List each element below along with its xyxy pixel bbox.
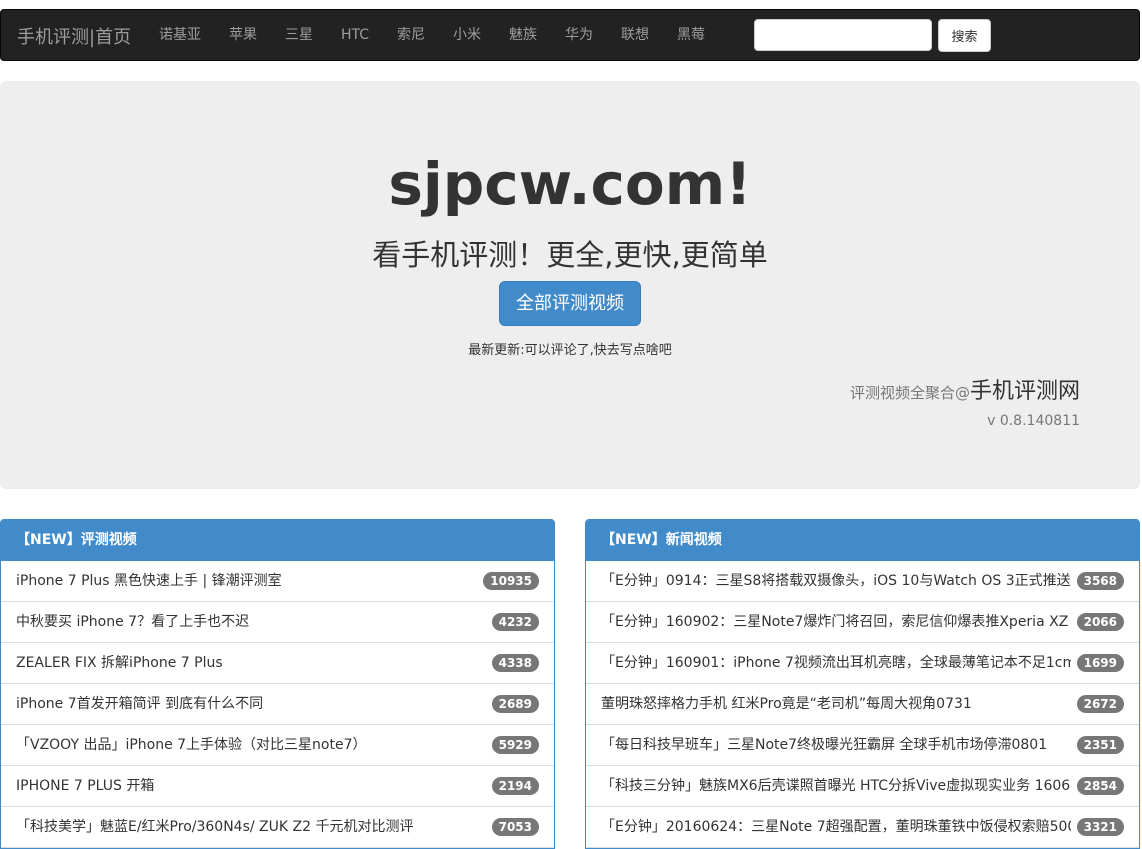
list-item-label: 「科技三分钟」魅族MX6后壳谍照首曝光 HTC分拆Vive虚拟现实业务 1606… [601,778,1071,794]
list-item[interactable]: 「E分钟」160902：三星Note7爆炸门将召回，索尼信仰爆表推Xperia … [586,602,1139,643]
view-count-badge: 2689 [491,695,539,713]
version-label: v 0.8.140811 [987,413,1080,429]
view-count-badge: 2066 [1076,613,1124,631]
nav-item-sony[interactable]: 索尼 [383,10,439,60]
list-item[interactable]: 「E分钟」0914：三星S8将搭载双摄像头，iOS 10与Watch OS 3正… [586,561,1139,602]
view-count-badge: 4232 [491,613,539,631]
list-item[interactable]: 「E分钟」160901：iPhone 7视频流出耳机亮瞎，全球最薄笔记本不足1c… [586,643,1139,684]
list-item-label: ZEALER FIX 拆解iPhone 7 Plus [16,655,223,671]
list-item-label: 中秋要买 iPhone 7？看了上手也不迟 [16,614,250,630]
credit-site-name: 手机评测网 [969,379,1080,404]
hero-jumbotron: sjpcw.com! 看手机评测！更全,更快,更简单 全部评测视频 最新更新:可… [0,81,1140,489]
search-input[interactable] [754,19,932,51]
list-item-label: IPHONE 7 PLUS 开箱 [16,778,155,794]
list-item-label: 「每日科技早班车」三星Note7终极曝光狂霸屏 全球手机市场停滞0801 [601,737,1048,753]
nav-item-huawei[interactable]: 华为 [551,10,607,60]
top-navbar: 手机评测|首页 诺基亚 苹果 三星 HTC 索尼 小米 魅族 华为 联想 黑莓 … [0,9,1140,61]
view-count-badge: 2672 [1076,695,1124,713]
reviews-panel: 【NEW】评测视频 iPhone 7 Plus 黑色快速上手 | 锋潮评测室 10… [0,519,555,849]
list-item[interactable]: ZEALER FIX 拆解iPhone 7 Plus 4338 [1,643,554,684]
nav-item-blackberry[interactable]: 黑莓 [663,10,719,60]
list-item[interactable]: iPhone 7首发开箱简评 到底有什么不同 2689 [1,684,554,725]
view-count-badge: 3321 [1076,818,1124,836]
nav-item-nokia[interactable]: 诺基亚 [145,10,215,60]
list-item-label: 「E分钟」160902：三星Note7爆炸门将召回，索尼信仰爆表推Xperia … [601,614,1069,630]
list-item[interactable]: 中秋要买 iPhone 7？看了上手也不迟 4232 [1,602,554,643]
view-count-badge: 4338 [491,654,539,672]
list-item-label: 董明珠怒摔格力手机 红米Pro竟是“老司机”每周大视角0731 [601,696,972,712]
view-count-badge: 5929 [491,736,539,754]
list-item-label: 「E分钟」0914：三星S8将搭载双摄像头，iOS 10与Watch OS 3正… [601,573,1071,589]
list-item[interactable]: 「每日科技早班车」三星Note7终极曝光狂霸屏 全球手机市场停滞0801 2351 [586,725,1139,766]
nav-item-lenovo[interactable]: 联想 [607,10,663,60]
view-count-badge: 7053 [491,818,539,836]
view-count-badge: 2194 [491,777,539,795]
list-item[interactable]: 「科技三分钟」魅族MX6后壳谍照首曝光 HTC分拆Vive虚拟现实业务 1606… [586,766,1139,807]
nav-item-samsung[interactable]: 三星 [271,10,327,60]
view-count-badge: 1699 [1076,654,1124,672]
nav-item-xiaomi[interactable]: 小米 [439,10,495,60]
brand-home-link[interactable]: 手机评测|首页 [17,23,131,49]
reviews-panel-heading: 【NEW】评测视频 [1,520,554,561]
site-tagline: 看手机评测！更全,更快,更简单 [372,238,768,272]
nav-item-htc[interactable]: HTC [327,10,383,60]
list-item[interactable]: IPHONE 7 PLUS 开箱 2194 [1,766,554,807]
view-count-badge: 10935 [483,572,539,590]
news-panel: 【NEW】新闻视频 「E分钟」0914：三星S8将搭载双摄像头，iOS 10与W… [585,519,1140,849]
list-item-label: iPhone 7 Plus 黑色快速上手 | 锋潮评测室 [16,573,282,589]
view-count-badge: 2854 [1076,777,1124,795]
list-item-label: 「科技美学」魅蓝E/红米Pro/360N4s/ ZUK Z2 千元机对比测评 [16,819,414,835]
all-reviews-button[interactable]: 全部评测视频 [499,281,641,326]
list-item[interactable]: 「VZOOY 出品」iPhone 7上手体验（对比三星note7） 5929 [1,725,554,766]
credit-prefix: 评测视频全聚合@ [849,384,970,402]
site-title: sjpcw.com! [388,150,752,218]
nav-item-apple[interactable]: 苹果 [215,10,271,60]
list-item-label: 「VZOOY 出品」iPhone 7上手体验（对比三星note7） [16,737,367,753]
credit-line: 评测视频全聚合@手机评测网 [850,373,1080,405]
news-panel-heading: 【NEW】新闻视频 [586,520,1139,561]
list-item-label: iPhone 7首发开箱简评 到底有什么不同 [16,696,264,712]
cta-wrapper: 全部评测视频 [0,281,1140,326]
nav-item-meizu[interactable]: 魅族 [495,10,551,60]
update-note: 最新更新:可以评论了,快去写点啥吧 [468,343,672,358]
search-button[interactable]: 搜索 [938,19,991,52]
brand-nav: 诺基亚 苹果 三星 HTC 索尼 小米 魅族 华为 联想 黑莓 [145,10,719,60]
view-count-badge: 2351 [1076,736,1124,754]
list-item-label: 「E分钟」20160624：三星Note 7超强配置，董明珠董铁中饭侵权索赔50… [601,819,1071,835]
list-item[interactable]: 董明珠怒摔格力手机 红米Pro竟是“老司机”每周大视角0731 2672 [586,684,1139,725]
view-count-badge: 3568 [1076,572,1124,590]
list-item[interactable]: iPhone 7 Plus 黑色快速上手 | 锋潮评测室 10935 [1,561,554,602]
list-item-label: 「E分钟」160901：iPhone 7视频流出耳机亮瞎，全球最薄笔记本不足1c… [601,655,1071,671]
